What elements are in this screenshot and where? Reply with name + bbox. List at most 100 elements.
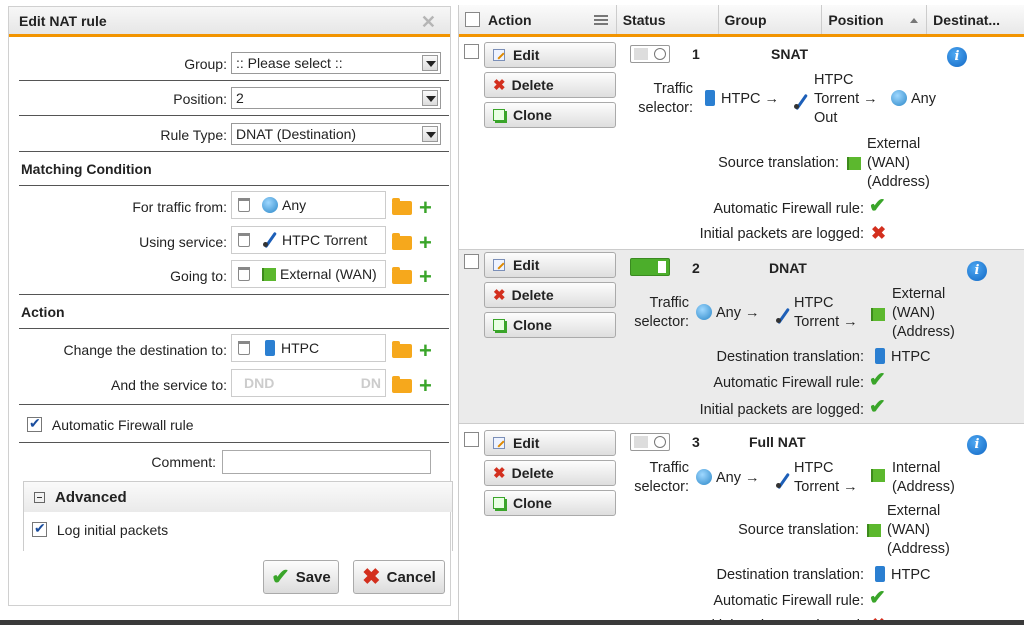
trash-icon[interactable] (238, 341, 250, 355)
clone-button[interactable]: Clone (484, 102, 616, 128)
info-icon[interactable]: i (967, 435, 987, 455)
chevron-down-icon[interactable] (422, 90, 438, 106)
column-position-label: Position (828, 11, 884, 28)
plus-icon[interactable]: + (419, 340, 432, 362)
log-packets-option[interactable]: Log initial packets (32, 520, 168, 538)
log-packets-checkbox[interactable] (32, 520, 47, 537)
using-service-value: HTPC Torrent (282, 232, 368, 248)
group-select[interactable]: :: Please select :: (231, 52, 441, 74)
selector-service-value: Torrent (794, 479, 840, 495)
plus-icon[interactable]: + (419, 266, 432, 288)
divider (19, 442, 449, 443)
chevron-down-icon[interactable] (422, 126, 438, 142)
column-position[interactable]: Position (822, 5, 928, 34)
delete-button[interactable]: ✖ Delete (484, 460, 616, 486)
selector-service: Torrent → (794, 478, 858, 497)
traffic-from-dropzone[interactable]: Any (231, 191, 386, 219)
advanced-title: Advanced (55, 488, 127, 506)
plus-icon[interactable]: + (419, 375, 432, 397)
clone-label: Clone (513, 317, 552, 333)
edit-button[interactable]: Edit (484, 430, 616, 456)
select-all-checkbox[interactable] (465, 12, 480, 27)
rule-type-label: Rule Type: (160, 127, 227, 143)
rule-type-select[interactable]: DNAT (Destination) (231, 123, 441, 145)
info-icon[interactable]: i (947, 47, 967, 67)
folder-icon[interactable] (392, 376, 412, 393)
arrow-icon: → (745, 470, 760, 486)
table-row: Edit ✖ Delete Clone 2 DNAT i Traffic sele… (459, 250, 1024, 424)
service-icon (262, 232, 278, 248)
nat-rules-table: Action Status Group Position Destinat...… (458, 5, 1024, 625)
delete-icon: ✖ (493, 465, 506, 482)
close-icon[interactable]: ✕ (421, 12, 436, 33)
delete-button[interactable]: ✖ Delete (484, 282, 616, 308)
clone-button[interactable]: Clone (484, 312, 616, 338)
delete-button[interactable]: ✖ Delete (484, 72, 616, 98)
traffic-from-row: For traffic from: Any + (19, 189, 449, 223)
folder-icon[interactable] (392, 198, 412, 215)
going-to-dropzone[interactable]: External (WAN) (231, 260, 386, 288)
auto-firewall-option[interactable]: Automatic Firewall rule (27, 415, 194, 433)
checkmark-icon: ✔ (869, 369, 886, 391)
edit-button[interactable]: Edit (484, 252, 616, 278)
position-select[interactable]: 2 (231, 87, 441, 109)
column-group[interactable]: Group (719, 5, 823, 34)
status-toggle[interactable] (630, 258, 670, 276)
group-label: Group: (184, 56, 227, 72)
save-button[interactable]: ✔ Save (263, 560, 339, 594)
translation-value: (WAN) (867, 155, 910, 171)
interface-flag-icon (871, 308, 885, 321)
plus-icon[interactable]: + (419, 197, 432, 219)
info-icon[interactable]: i (967, 261, 987, 281)
folder-icon[interactable] (392, 233, 412, 250)
column-menu-icon[interactable] (593, 15, 608, 25)
delete-label: Delete (511, 77, 554, 93)
row-checkbox[interactable] (464, 254, 479, 269)
advanced-section: Advanced Log initial packets (23, 481, 453, 551)
trash-icon[interactable] (238, 198, 250, 212)
edit-label: Edit (513, 257, 540, 273)
column-destination[interactable]: Destinat... (927, 5, 1024, 34)
row-checkbox[interactable] (464, 44, 479, 59)
status-toggle[interactable] (630, 45, 670, 63)
service-to-dropzone[interactable]: DND DN (231, 369, 386, 397)
comment-input[interactable] (222, 450, 431, 474)
selector-source: Any → (696, 304, 760, 323)
collapse-icon[interactable] (34, 491, 45, 503)
rule-type: SNAT (771, 46, 809, 62)
toggle-knob (654, 436, 666, 448)
arrow-icon: → (843, 314, 858, 330)
chevron-down-icon[interactable] (422, 55, 438, 71)
cancel-button[interactable]: ✖ Cancel (353, 560, 445, 594)
trash-icon[interactable] (238, 233, 250, 247)
table-row: Edit ✖ Delete Clone 3 Full NAT i Traffic … (459, 424, 1024, 625)
selector-service: HTPC (794, 295, 834, 311)
using-service-dropzone[interactable]: HTPC Torrent (231, 226, 386, 254)
column-action[interactable]: Action (459, 5, 617, 34)
auto-firewall-checkbox[interactable] (27, 415, 42, 432)
using-service-label: Using service: (139, 234, 227, 250)
column-status[interactable]: Status (617, 5, 719, 34)
folder-icon[interactable] (392, 267, 412, 284)
clone-button[interactable]: Clone (484, 490, 616, 516)
change-destination-dropzone[interactable]: HTPC (231, 334, 386, 362)
edit-nat-rule-dialog: Edit NAT rule ✕ Group: :: Please select … (8, 6, 453, 606)
selector-service: HTPC (794, 460, 834, 476)
table-row: Edit ✖ Delete Clone 1 SNAT i Traffic sele… (459, 40, 1024, 250)
save-label: Save (295, 568, 331, 586)
status-toggle[interactable] (630, 433, 670, 451)
checkmark-icon: ✔ (271, 564, 290, 589)
selector-service: Torrent → (814, 90, 878, 109)
rule-type-row: Rule Type: DNAT (Destination) (19, 118, 449, 152)
traffic-selector-label: Traffic (649, 295, 689, 311)
group-row: Group: :: Please select :: (19, 47, 449, 81)
selector-destination: External (892, 286, 946, 302)
edit-button[interactable]: Edit (484, 42, 616, 68)
trash-icon[interactable] (238, 267, 250, 281)
packets-logged-label: Initial packets are logged: (699, 226, 864, 242)
row-checkbox[interactable] (464, 432, 479, 447)
folder-icon[interactable] (392, 341, 412, 358)
advanced-header[interactable]: Advanced (24, 482, 452, 512)
interface-flag-icon (871, 469, 885, 482)
plus-icon[interactable]: + (419, 232, 432, 254)
